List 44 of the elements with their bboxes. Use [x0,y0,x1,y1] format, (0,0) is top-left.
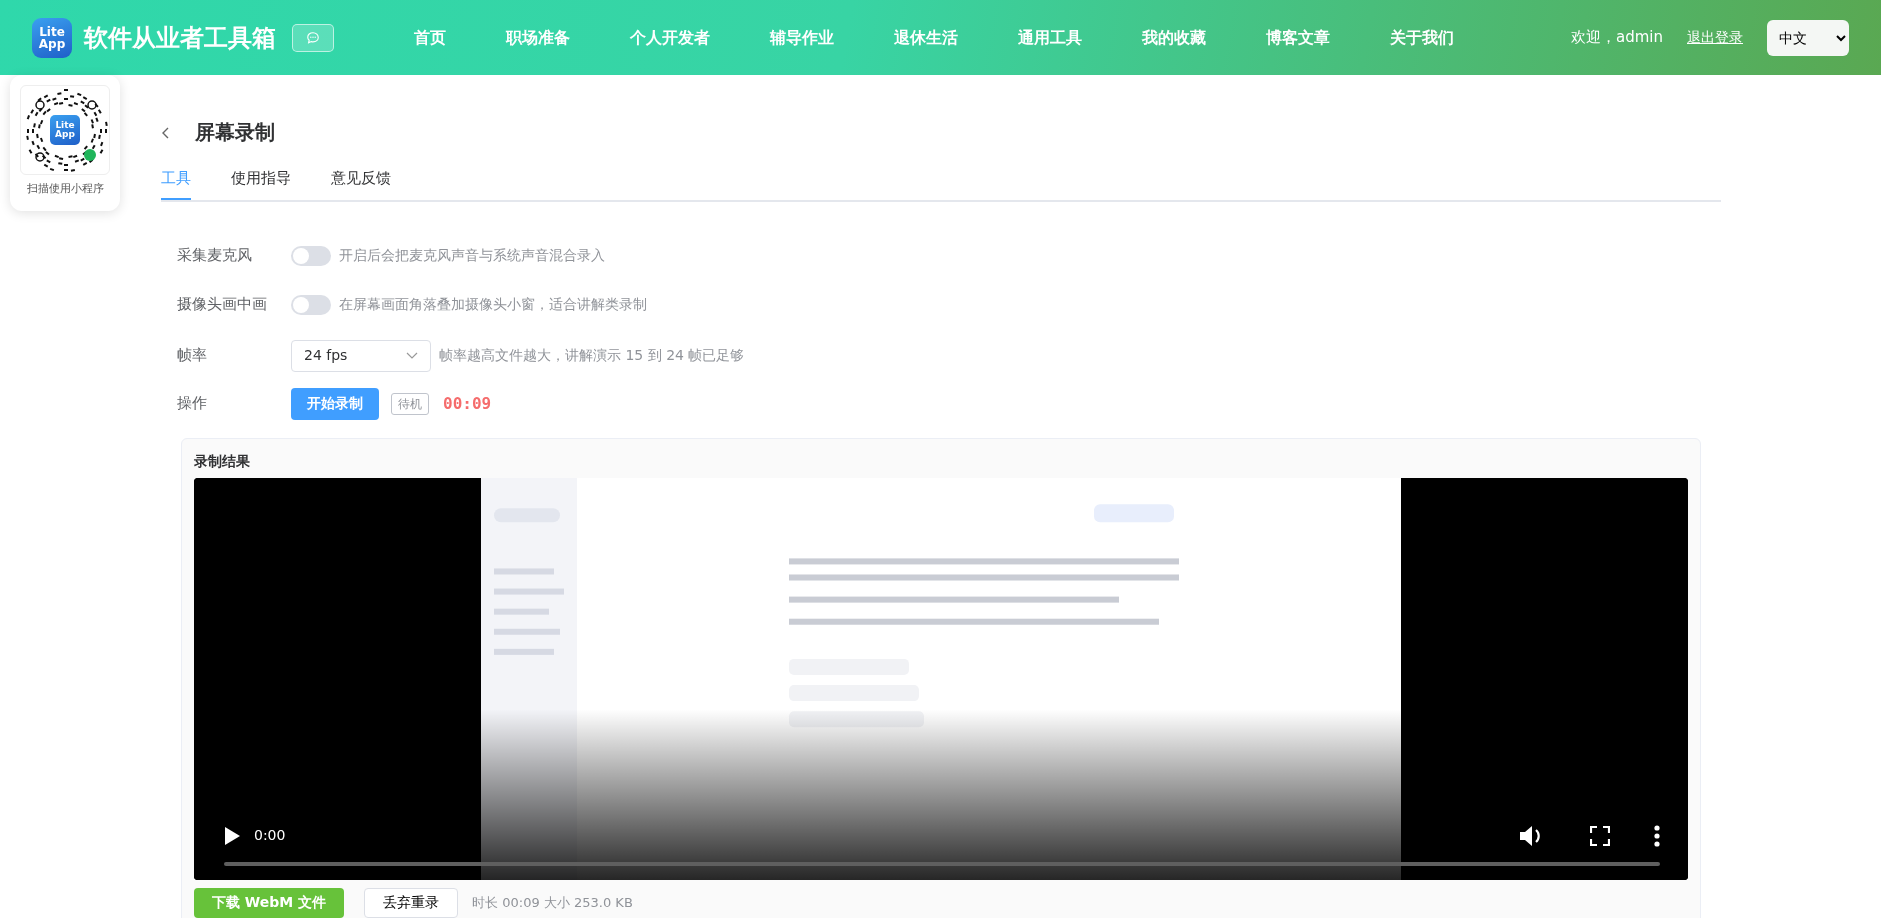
frame-rate-select[interactable]: 24 fps [291,339,431,372]
toggle-switch[interactable] [291,294,331,315]
logout-link[interactable]: 退出登录 [1687,27,1743,48]
status-tag: 待机 [391,392,429,415]
tab[interactable]: 工具 [161,167,191,200]
nav-link[interactable]: 个人开发者 [630,25,710,50]
site-title: 软件从业者工具箱 [84,22,276,54]
hint-text: 开启后会把麦克风声音与系统声音混合录入 [339,246,605,265]
download-button[interactable]: 下载 WebM 文件 [194,887,345,918]
tab[interactable]: 意见反馈 [331,167,391,200]
nav-link[interactable]: 职场准备 [506,25,570,50]
more-options-icon[interactable] [1654,824,1660,847]
nav-link[interactable]: 退休生活 [894,25,958,50]
chat-bubble-icon [306,30,320,45]
logo-icon: Lite App [32,17,72,58]
language-select[interactable]: 中文 [1767,19,1849,56]
qr-code-icon [24,89,108,173]
hint-text: 在屏幕画面角落叠加摄像头小窗，适合讲解类录制 [339,295,647,314]
toggle-switch[interactable] [291,245,331,266]
logo-icon: Lite App [50,115,80,145]
nav-link[interactable]: 我的收藏 [1142,25,1206,50]
chevron-down-icon [406,351,418,360]
start-recording-button[interactable]: 开始录制 [291,387,379,420]
tab[interactable]: 使用指导 [231,167,291,200]
video-time: 0:00 [254,826,286,845]
nav-link[interactable]: 通用工具 [1018,25,1082,50]
nav-link[interactable]: 关于我们 [1390,25,1454,50]
welcome-text: 欢迎，admin [1571,27,1663,49]
result-title: 录制结果 [194,451,251,471]
nav-link[interactable]: 首页 [414,25,446,50]
fullscreen-icon[interactable] [1590,825,1610,846]
hint-text: 帧率越高文件越大，讲解演示 15 到 24 帧已足够 [439,346,745,365]
nav-link[interactable]: 辅导作业 [770,25,834,50]
nav-link[interactable]: 博客文章 [1266,25,1330,50]
recording-info: 时长 00:09 大小 253.0 KB [472,893,633,912]
page-title: 屏幕录制 [195,119,275,146]
setting-label: 采集麦克风 [176,245,253,267]
qr-caption: 扫描使用小程序 [25,181,105,197]
timer-text: 00:09 [443,392,492,415]
discard-button[interactable]: 丢弃重录 [364,887,459,918]
setting-label: 帧率 [176,345,208,367]
setting-label: 摄像头画中画 [176,294,268,316]
setting-label: 操作 [176,393,208,415]
progress-track[interactable] [224,861,1660,866]
